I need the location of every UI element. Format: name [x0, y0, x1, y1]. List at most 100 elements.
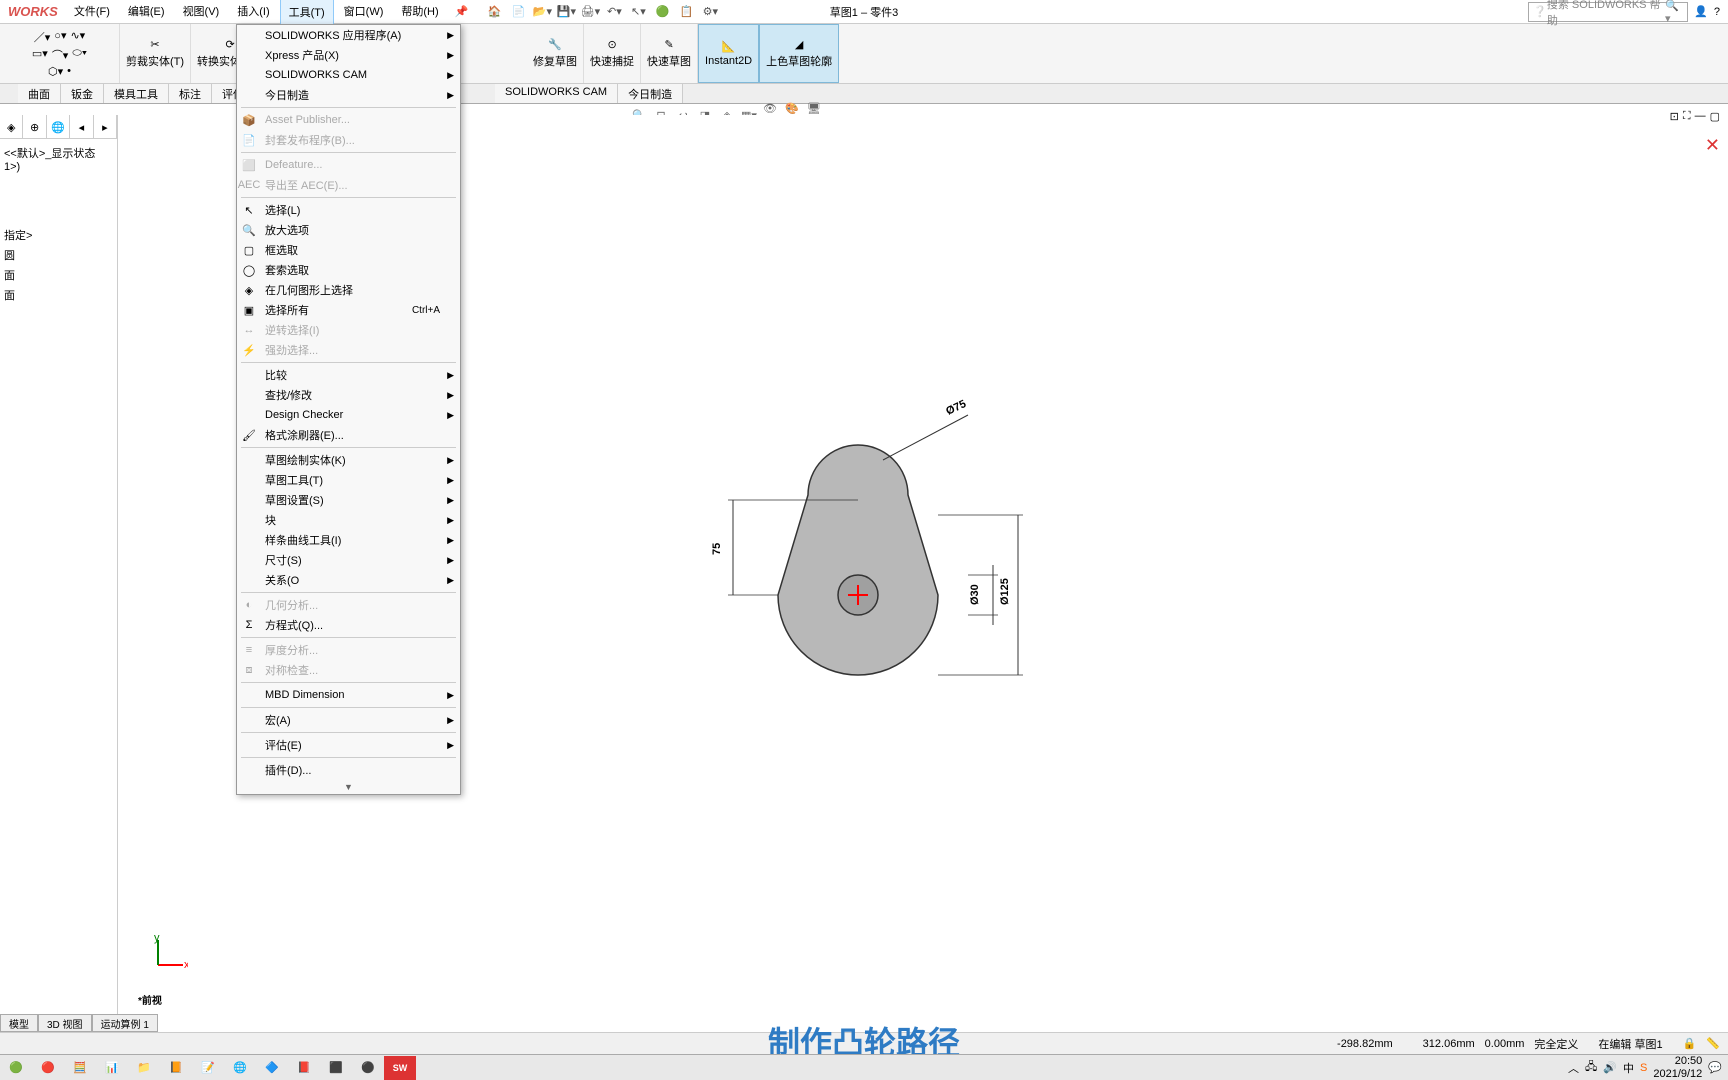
display-state[interactable]: <<默认>_显示状态 1>)	[4, 143, 113, 175]
menu-item[interactable]: 插件(D)...	[237, 760, 460, 780]
polygon-tool-icon[interactable]: ⬡▾	[48, 65, 63, 78]
menu-item[interactable]: 尺寸(S)▶	[237, 550, 460, 570]
repair-button[interactable]: 🔧 修复草图	[527, 24, 584, 83]
btab-model[interactable]: 模型	[0, 1014, 38, 1032]
arc-tool-icon[interactable]: ⌒▾	[52, 47, 69, 63]
search-dropdown-icon[interactable]: 🔍▾	[1665, 0, 1683, 25]
start-icon[interactable]: 🟢	[0, 1056, 32, 1080]
trim-button[interactable]: ✂ 剪裁实体(T)	[120, 24, 191, 83]
tray-sogou-icon[interactable]: S	[1640, 1062, 1647, 1074]
exit-sketch-icon[interactable]: ✕	[1705, 135, 1720, 155]
tray-up-icon[interactable]: ︿	[1568, 1060, 1579, 1076]
fm-tab-3[interactable]: 🌐	[47, 115, 70, 139]
menu-file[interactable]: 文件(F)	[66, 0, 118, 25]
tray-vol-icon[interactable]: 🔊	[1603, 1061, 1617, 1074]
clock[interactable]: 20:50 2021/9/12	[1653, 1055, 1702, 1079]
tab-surface[interactable]: 曲面	[18, 84, 61, 103]
tree-filter[interactable]: 指定>	[4, 225, 113, 245]
menu-item[interactable]: ↖选择(L)	[237, 200, 460, 220]
tray-ime-icon[interactable]: 中	[1623, 1060, 1634, 1076]
task-1-icon[interactable]: 🔴	[32, 1056, 64, 1080]
menu-item[interactable]: ◯套索选取	[237, 260, 460, 280]
select-icon[interactable]: ↖▾	[628, 2, 648, 22]
menu-item[interactable]: 关系(O▶	[237, 570, 460, 590]
rect-tool-icon[interactable]: ▭▾	[32, 47, 48, 63]
menu-item[interactable]: 查找/修改▶	[237, 385, 460, 405]
tab-today[interactable]: 今日制造	[618, 84, 683, 103]
edge-icon[interactable]: 🌐	[224, 1056, 256, 1080]
point-tool-icon[interactable]: •	[67, 65, 71, 78]
line-tool-icon[interactable]: ／▾	[34, 29, 51, 45]
menu-item[interactable]: Xpress 产品(X)▶	[237, 45, 460, 65]
tab-annotate[interactable]: 标注	[169, 84, 212, 103]
menu-item[interactable]: 比较▶	[237, 365, 460, 385]
normal-to-icon[interactable]: ⊡	[1670, 110, 1679, 123]
menu-item[interactable]: Σ方程式(Q)...	[237, 615, 460, 635]
cmd-icon[interactable]: ⬛	[320, 1056, 352, 1080]
menu-item[interactable]: MBD Dimension▶	[237, 685, 460, 705]
minimize-icon[interactable]: —	[1695, 110, 1706, 123]
menu-item[interactable]: 宏(A)▶	[237, 710, 460, 730]
instant2d-button[interactable]: 📐 Instant2D	[698, 24, 759, 83]
sw-icon[interactable]: SW	[384, 1056, 416, 1080]
circle-tool-icon[interactable]: ○▾	[54, 29, 66, 45]
menu-item[interactable]: ▣选择所有Ctrl+A	[237, 300, 460, 320]
menu-item[interactable]: 草图绘制实体(K)▶	[237, 450, 460, 470]
save-icon[interactable]: 💾▾	[556, 2, 576, 22]
fm-tab-2[interactable]: ⊕	[23, 115, 46, 139]
menu-edit[interactable]: 编辑(E)	[120, 0, 173, 25]
tree-item-face1[interactable]: 面	[4, 265, 113, 285]
menu-item[interactable]: 样条曲线工具(I)▶	[237, 530, 460, 550]
print-icon[interactable]: 🖨▾	[580, 2, 600, 22]
explorer-icon[interactable]: 📁	[128, 1056, 160, 1080]
menu-item[interactable]: 评估(E)▶	[237, 735, 460, 755]
obs-icon[interactable]: ⚫	[352, 1056, 384, 1080]
fm-tab-next[interactable]: ▸	[94, 115, 117, 139]
menu-view[interactable]: 视图(V)	[175, 0, 228, 25]
snap-button[interactable]: ⊙ 快速捕捉	[584, 24, 641, 83]
rebuild-icon[interactable]: 🟢	[652, 2, 672, 22]
tab-sheetmetal[interactable]: 钣金	[61, 84, 104, 103]
spline-tool-icon[interactable]: ∿▾	[70, 29, 85, 45]
tree-item-circle[interactable]: 圆	[4, 245, 113, 265]
expand-icon[interactable]: ⛶	[1683, 110, 1691, 123]
menu-item[interactable]: 块▶	[237, 510, 460, 530]
pdf-icon[interactable]: 📕	[288, 1056, 320, 1080]
status-lock-icon[interactable]: 🔒	[1683, 1037, 1697, 1050]
menu-item[interactable]: ◈在几何图形上选择	[237, 280, 460, 300]
menu-item[interactable]: SOLIDWORKS 应用程序(A)▶	[237, 25, 460, 45]
fm-tab-1[interactable]: ◈	[0, 115, 23, 139]
menu-help[interactable]: 帮助(H)	[393, 0, 446, 25]
menu-item[interactable]: 今日制造▶	[237, 85, 460, 105]
ellipse-tool-icon[interactable]: ⬭▾	[72, 47, 87, 63]
fm-tab-prev[interactable]: ◂	[70, 115, 93, 139]
tab-cam[interactable]: SOLIDWORKS CAM	[495, 84, 618, 103]
btab-motion[interactable]: 运动算例 1	[92, 1014, 158, 1032]
menu-tools[interactable]: 工具(T)	[280, 0, 334, 25]
menu-window[interactable]: 窗口(W)	[336, 0, 392, 25]
user-icon[interactable]: 👤	[1694, 5, 1708, 18]
menu-item[interactable]: 🖌格式涂刷器(E)...	[237, 425, 460, 445]
notepad-icon[interactable]: 📝	[192, 1056, 224, 1080]
status-unit-icon[interactable]: 📏	[1706, 1037, 1720, 1050]
tray-net-icon[interactable]: 🖧	[1585, 1058, 1597, 1077]
search-input[interactable]: ❔ 搜索 SOLIDWORKS 帮助 🔍▾	[1528, 2, 1688, 22]
menu-item[interactable]: 草图工具(T)▶	[237, 470, 460, 490]
menu-insert[interactable]: 插入(I)	[229, 0, 277, 25]
new-icon[interactable]: 📄	[508, 2, 528, 22]
menu-item[interactable]: 草图设置(S)▶	[237, 490, 460, 510]
menu-item[interactable]: 🔍放大选项	[237, 220, 460, 240]
home-icon[interactable]: 🏠	[484, 2, 504, 22]
menu-item[interactable]: Design Checker▶	[237, 405, 460, 425]
quick-sketch-button[interactable]: ✎ 快速草图	[641, 24, 698, 83]
shaded-contour-button[interactable]: ◢ 上色草图轮廓	[759, 24, 839, 83]
tab-mold[interactable]: 模具工具	[104, 84, 169, 103]
menu-item[interactable]: SOLIDWORKS CAM▶	[237, 65, 460, 85]
task-8-icon[interactable]: 🔷	[256, 1056, 288, 1080]
open-icon[interactable]: 📂▾	[532, 2, 552, 22]
menu-item[interactable]: ▢框选取	[237, 240, 460, 260]
task-3-icon[interactable]: 📊	[96, 1056, 128, 1080]
ppt-icon[interactable]: 📙	[160, 1056, 192, 1080]
options-icon[interactable]: 📋	[676, 2, 696, 22]
undo-icon[interactable]: ↶▾	[604, 2, 624, 22]
